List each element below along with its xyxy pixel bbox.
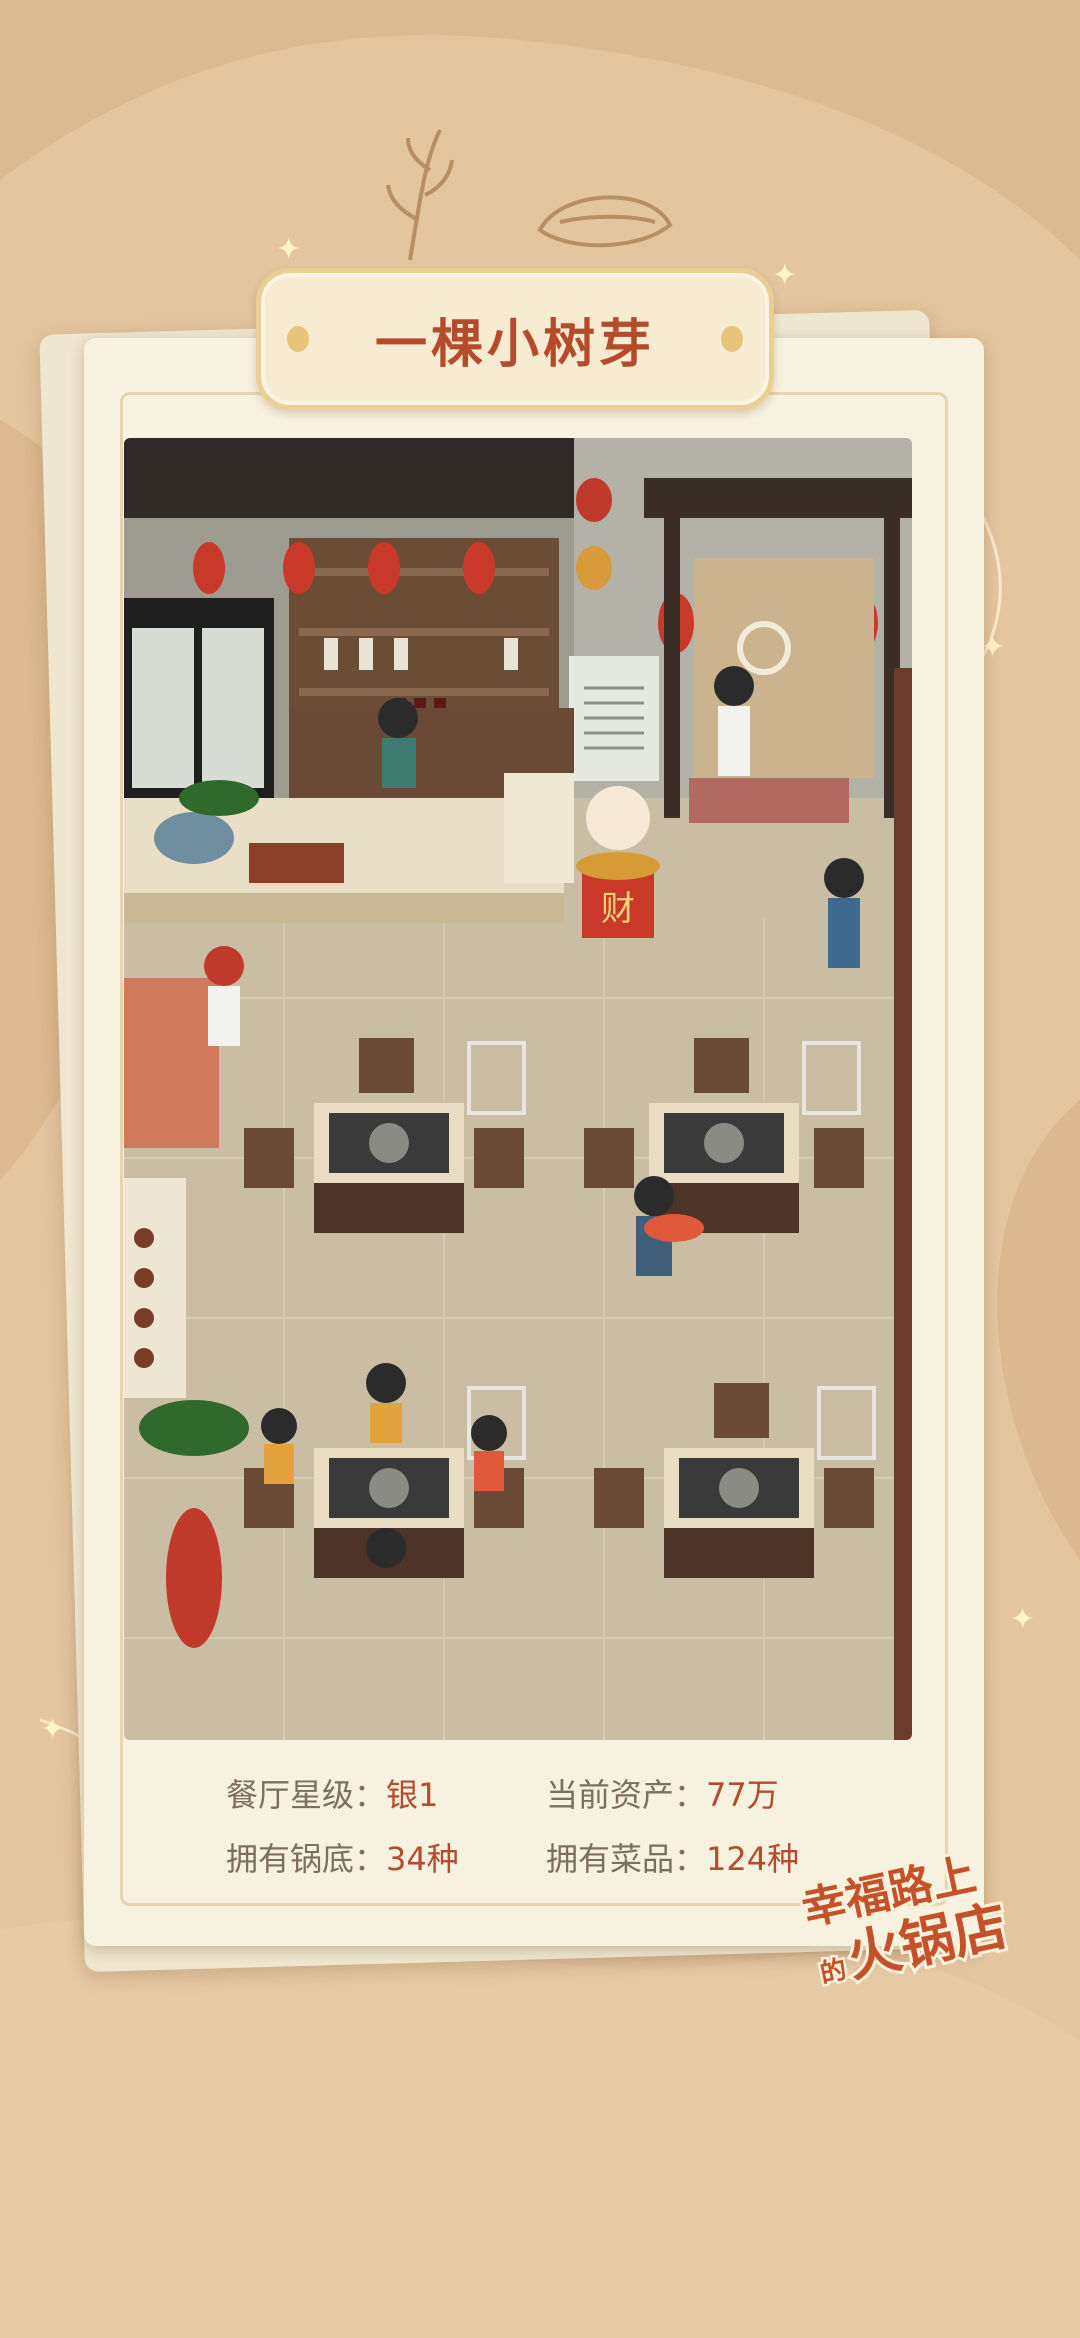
stat-value: 124种 [706,1840,800,1878]
star-sparkle-icon: ✦ [276,232,302,267]
banner-dot-icon [287,326,309,352]
dining-table [664,1448,814,1578]
stat-label: 当前资产： [546,1776,707,1814]
restaurant-scene[interactable]: 财 [124,438,912,1740]
star-sparkle-icon: ✦ [1010,1602,1036,1637]
stat-star-level: 餐厅星级：银1 [226,1770,546,1816]
dining-table [649,1103,799,1233]
game-logo: 幸福路上 的 火锅店 [795,1846,1016,1992]
stat-value: 34种 [386,1840,459,1878]
stat-value: 银1 [386,1776,439,1814]
restaurant-name: 一棵小树芽 [374,314,655,375]
wheat-sketch-icon [386,129,454,261]
stat-label: 拥有锅底： [226,1840,387,1878]
banner-dot-icon [721,326,743,352]
stat-label: 拥有菜品： [546,1840,707,1878]
star-sparkle-icon: ✦ [772,258,798,293]
lucky-cat-sign: 财 [601,889,635,929]
lucky-cat-icon [586,786,650,850]
stat-soup-bases: 拥有锅底：34种 [226,1834,546,1880]
restaurant-stats: 餐厅星级：银1 当前资产：77万 拥有锅底：34种 拥有菜品：124种 [226,1770,846,1880]
stat-current-assets: 当前资产：77万 [546,1770,846,1816]
dining-table [314,1103,464,1233]
dumpling-sketch-icon [537,195,673,248]
restaurant-illustration: 财 [124,438,912,1740]
logo-line2-small: 的 [817,1954,849,1990]
stat-value: 77万 [706,1776,779,1814]
stat-label: 餐厅星级： [226,1776,387,1814]
restaurant-name-banner: 一棵小树芽 [256,268,774,410]
star-sparkle-icon: ✦ [40,1712,66,1747]
